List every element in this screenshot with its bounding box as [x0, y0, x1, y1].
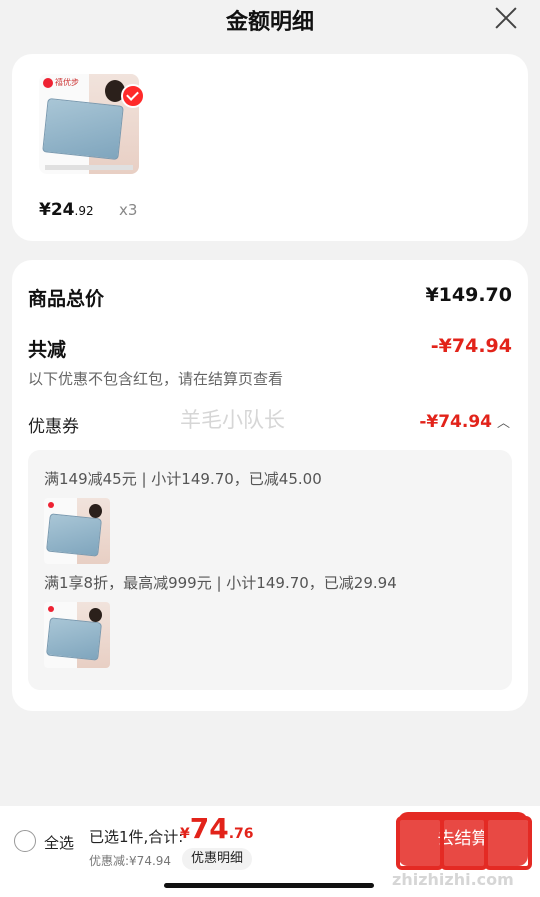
reduce-label: 共减: [28, 339, 67, 361]
discount-note: 以下优惠不包含红包，请在结算页查看: [28, 370, 284, 388]
reduce-value: -¥74.94: [430, 335, 512, 357]
reduce-row: 共减 -¥74.94: [28, 335, 512, 362]
summary-card: 商品总价 ¥149.70 共减 -¥74.94 以下优惠不包含红包，请在结算页查…: [12, 260, 528, 711]
total-value: ¥149.70: [425, 284, 512, 306]
site-logo-icon: [396, 812, 532, 870]
coupon-line-2: 满1享8折，最高减999元 | 小计149.70，已减29.94: [44, 574, 397, 592]
coupon-item-image: [44, 602, 110, 668]
product-price: ¥24.92: [39, 200, 94, 220]
chevron-up-icon[interactable]: ︿: [497, 412, 510, 431]
coupon-item-image: [44, 498, 110, 564]
home-indicator[interactable]: [164, 883, 374, 888]
discount-amount: 优惠减:¥74.94: [89, 854, 172, 868]
brand-logo-icon: [43, 78, 53, 88]
product-card: 禧优步 ¥24.92 x3: [12, 54, 528, 241]
coupon-value: -¥74.94: [419, 412, 492, 432]
coupon-detail-box: 满149减45元 | 小计149.70，已减45.00 满1享8折，最高减999…: [28, 450, 512, 690]
discount-detail-button[interactable]: 优惠明细: [182, 848, 252, 870]
coupon-line-1: 满149减45元 | 小计149.70，已减45.00: [44, 470, 322, 488]
checked-icon[interactable]: [121, 84, 145, 108]
page-title: 金额明细: [225, 10, 314, 35]
product-quantity: x3: [119, 201, 138, 219]
select-all-label[interactable]: 全选: [44, 832, 74, 853]
header: 金额明细: [0, 0, 540, 42]
total-row: 商品总价 ¥149.70: [28, 284, 512, 311]
site-url: zhizhizhi.com: [392, 870, 514, 889]
total-amount: ¥74.76: [180, 812, 254, 845]
total-label: 商品总价: [28, 288, 105, 310]
selected-count: 已选1件,合计:: [89, 828, 184, 846]
close-icon[interactable]: [494, 6, 518, 30]
coupon-label: 优惠券: [28, 417, 79, 437]
watermark: 羊毛小队长: [180, 408, 285, 432]
select-all-radio[interactable]: [14, 830, 36, 852]
